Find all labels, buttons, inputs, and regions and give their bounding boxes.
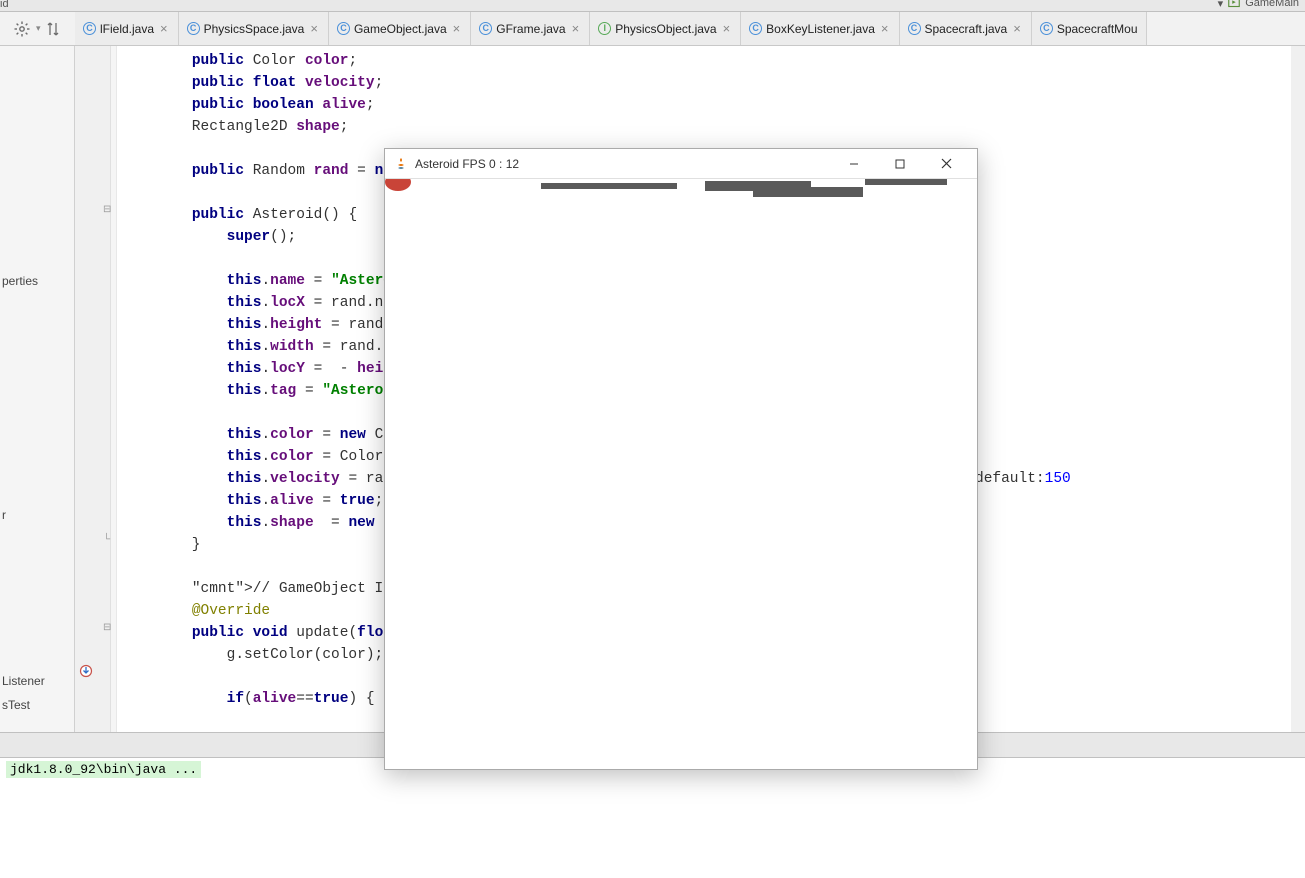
minimize-button[interactable] bbox=[831, 150, 877, 178]
window-buttons bbox=[831, 150, 969, 178]
class-icon: C bbox=[749, 22, 762, 35]
class-icon: C bbox=[1040, 22, 1053, 35]
class-icon: C bbox=[479, 22, 492, 35]
tab-filename: Spacecraft.java bbox=[925, 22, 1008, 36]
game-window[interactable]: Asteroid FPS 0 : 12 bbox=[384, 148, 978, 770]
window-title-strip: id ▾ GameMain bbox=[0, 0, 1305, 12]
tab-close-icon[interactable]: × bbox=[451, 21, 463, 36]
project-tree-fragment[interactable]: Listener bbox=[2, 674, 45, 688]
interface-icon: I bbox=[598, 22, 611, 35]
run-console[interactable]: jdk1.8.0_92\bin\java ... bbox=[0, 758, 1305, 878]
editor-gutter[interactable]: ⊟ └ ⊟ bbox=[75, 46, 111, 732]
tab-filename: PhysicsSpace.java bbox=[204, 22, 305, 36]
maximize-button[interactable] bbox=[877, 150, 923, 178]
close-button[interactable] bbox=[923, 150, 969, 178]
class-icon: C bbox=[187, 22, 200, 35]
asteroid-bar bbox=[753, 187, 863, 197]
tab-filename: SpacecraftMou bbox=[1057, 22, 1138, 36]
game-window-title: Asteroid FPS 0 : 12 bbox=[415, 157, 831, 171]
asteroid-bar bbox=[865, 179, 947, 185]
tab-close-icon[interactable]: × bbox=[879, 21, 891, 36]
asteroid-bar bbox=[541, 183, 677, 189]
console-command-line: jdk1.8.0_92\bin\java ... bbox=[6, 761, 201, 778]
class-icon: C bbox=[337, 22, 350, 35]
project-tree-fragment[interactable]: r bbox=[2, 508, 6, 522]
editor-tab-spacecraft[interactable]: C Spacecraft.java× bbox=[900, 12, 1032, 45]
tab-filename: PhysicsObject.java bbox=[615, 22, 716, 36]
fold-toggle-icon[interactable]: ⊟ bbox=[103, 622, 111, 633]
run-config-icon[interactable] bbox=[1227, 0, 1241, 10]
class-icon: C bbox=[908, 22, 921, 35]
tab-filename: GFrame.java bbox=[496, 22, 565, 36]
project-tool-window[interactable]: perties r Listener sTest bbox=[0, 46, 75, 732]
project-tree-fragment[interactable]: perties bbox=[2, 274, 38, 288]
tab-filename: BoxKeyListener.java bbox=[766, 22, 875, 36]
project-tree-fragment[interactable]: sTest bbox=[2, 698, 30, 712]
title-fragment-left: id bbox=[0, 0, 9, 10]
tab-close-icon[interactable]: × bbox=[1011, 21, 1023, 36]
tab-close-icon[interactable]: × bbox=[308, 21, 320, 36]
editor-tab-boxkeylistener[interactable]: C BoxKeyListener.java × bbox=[741, 12, 899, 45]
java-app-icon bbox=[393, 156, 409, 172]
editor-scrollbar[interactable] bbox=[1291, 46, 1305, 732]
title-fragment-right: ▾ GameMain bbox=[1218, 0, 1299, 10]
editor-tab-gframe[interactable]: C GFrame.java × bbox=[471, 12, 590, 45]
tab-close-icon[interactable]: × bbox=[570, 21, 582, 36]
gear-dropdown-icon[interactable]: ▾ bbox=[36, 23, 41, 34]
tab-close-icon[interactable]: × bbox=[158, 21, 170, 36]
editor-tab-gameobject[interactable]: C GameObject.java × bbox=[329, 12, 471, 45]
tab-close-icon[interactable]: × bbox=[721, 21, 733, 36]
editor-tab-physicsspace[interactable]: C PhysicsSpace.java× bbox=[179, 12, 329, 45]
editor-tab-physicsobject[interactable]: I PhysicsObject.java × bbox=[590, 12, 741, 45]
toolbar-row: ▾ ClField.java×CPhysicsSpace.java×CGameO… bbox=[0, 12, 1305, 46]
collapse-arrows-icon[interactable] bbox=[47, 21, 61, 37]
run-config-arrow-icon[interactable]: ▾ bbox=[1218, 0, 1224, 10]
editor-tab-spacecraftmou[interactable]: C SpacecraftMou bbox=[1032, 12, 1147, 45]
fold-end-icon[interactable]: └ bbox=[103, 534, 110, 545]
game-canvas bbox=[385, 179, 977, 769]
class-icon: C bbox=[83, 22, 96, 35]
tab-filename: lField.java bbox=[100, 22, 154, 36]
fold-toggle-icon[interactable]: ⊟ bbox=[103, 204, 111, 215]
game-titlebar[interactable]: Asteroid FPS 0 : 12 bbox=[385, 149, 977, 179]
tab-filename: GameObject.java bbox=[354, 22, 447, 36]
gear-icon[interactable] bbox=[14, 21, 30, 37]
override-gutter-icon[interactable] bbox=[79, 664, 93, 681]
editor-tab-field[interactable]: ClField.java × bbox=[75, 12, 179, 45]
toolbar-left: ▾ bbox=[0, 12, 75, 45]
editor-tabs: ClField.java×CPhysicsSpace.java×CGameObj… bbox=[75, 12, 1305, 45]
asteroid-red bbox=[385, 179, 411, 191]
